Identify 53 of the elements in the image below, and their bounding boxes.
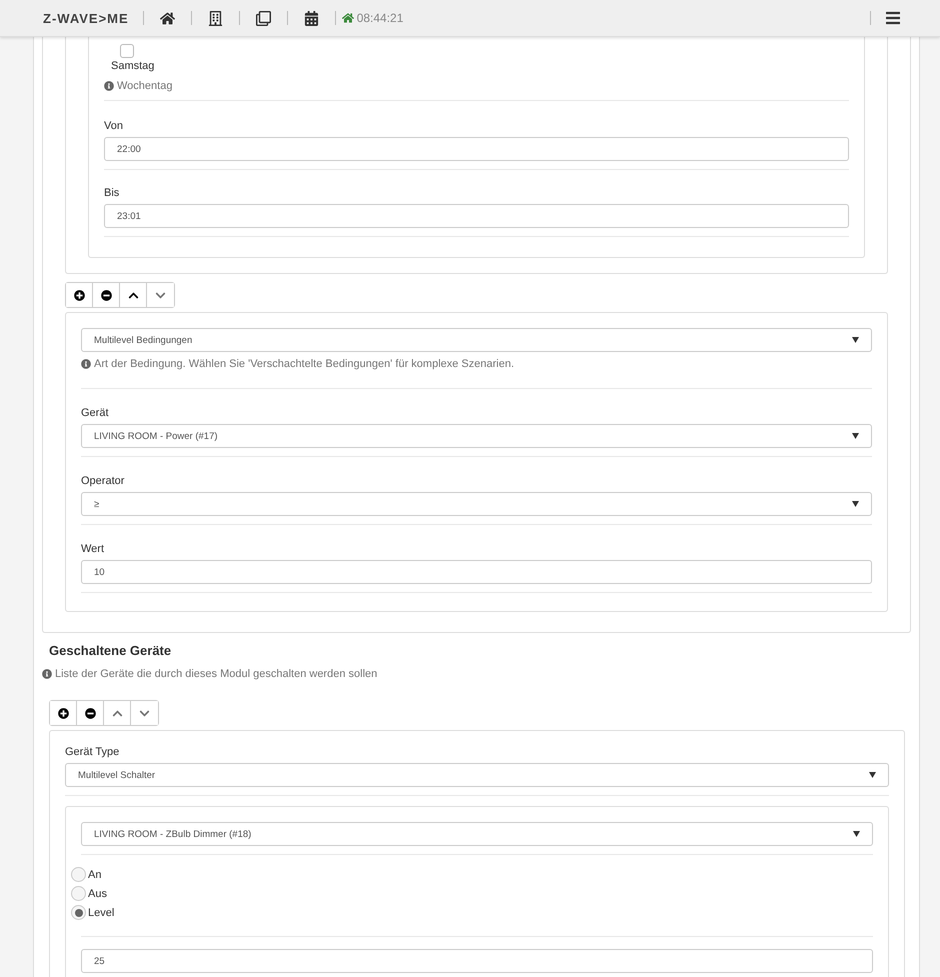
field-label: Wert bbox=[81, 543, 106, 555]
plus-icon bbox=[58, 708, 68, 718]
radio-button[interactable] bbox=[71, 886, 86, 901]
field-label: Operator bbox=[81, 475, 126, 487]
input-field[interactable]: 23:01 bbox=[104, 204, 849, 228]
chevron-up-icon bbox=[112, 708, 122, 718]
radio-button[interactable] bbox=[71, 867, 86, 882]
calendar-icon[interactable] bbox=[304, 10, 319, 26]
input-field[interactable]: 10 bbox=[81, 560, 872, 584]
radio-option[interactable]: An bbox=[71, 865, 873, 884]
input-field[interactable]: 22:00 bbox=[104, 137, 849, 161]
home-icon bbox=[342, 12, 354, 24]
info-icon bbox=[42, 669, 52, 679]
help-text: Liste der Geräte die durch dieses Modul geschalten werden sollen bbox=[55, 668, 378, 680]
caret-icon bbox=[853, 831, 860, 837]
field-label: Bis bbox=[104, 187, 120, 199]
caret-icon bbox=[852, 433, 859, 439]
menu-icon[interactable] bbox=[885, 10, 901, 26]
help-text: Wochentag bbox=[117, 80, 172, 92]
add-button[interactable] bbox=[66, 283, 93, 307]
copy-icon[interactable] bbox=[256, 10, 271, 26]
info-icon bbox=[104, 81, 114, 91]
select-field[interactable]: Multilevel Bedingungen bbox=[81, 328, 872, 352]
building-icon[interactable] bbox=[208, 10, 223, 26]
logo: Z-WAVE>ME bbox=[43, 10, 129, 26]
section-heading: Geschaltene Geräte bbox=[49, 643, 172, 658]
chevron-down-icon bbox=[139, 708, 150, 718]
select-field[interactable]: ≥ bbox=[81, 492, 872, 516]
radio-button[interactable] bbox=[71, 905, 86, 920]
home-icon[interactable] bbox=[160, 10, 175, 26]
caret-icon bbox=[852, 337, 859, 343]
plus-icon bbox=[74, 290, 84, 300]
add-button[interactable] bbox=[50, 701, 77, 725]
checkbox-label: Samstag bbox=[111, 60, 156, 72]
chevron-down-icon bbox=[155, 290, 166, 300]
radio-option[interactable]: Aus bbox=[71, 884, 873, 903]
caret-icon bbox=[852, 501, 859, 507]
clock-time: 08:44:21 bbox=[356, 11, 404, 25]
select-field[interactable]: Multilevel Schalter bbox=[65, 763, 889, 787]
minus-icon bbox=[100, 290, 112, 300]
help-text: Art der Bedingung. Wählen Sie 'Verschachtelte Bedingungen' für komplexe Szenarien. bbox=[94, 358, 514, 370]
field-label: Gerät bbox=[81, 407, 110, 419]
input-field[interactable]: 25 bbox=[81, 949, 873, 973]
field-label: Von bbox=[104, 120, 124, 132]
field-label: Gerät Type bbox=[65, 746, 120, 758]
info-icon bbox=[81, 359, 91, 369]
minus-icon bbox=[84, 708, 96, 718]
caret-icon bbox=[869, 772, 876, 778]
select-field[interactable]: LIVING ROOM - Power (#17) bbox=[81, 424, 872, 448]
radio-option[interactable]: Level bbox=[71, 903, 873, 922]
checkbox[interactable] bbox=[120, 44, 134, 58]
chevron-up-icon bbox=[128, 290, 138, 300]
select-field[interactable]: LIVING ROOM - ZBulb Dimmer (#18) bbox=[81, 822, 873, 846]
